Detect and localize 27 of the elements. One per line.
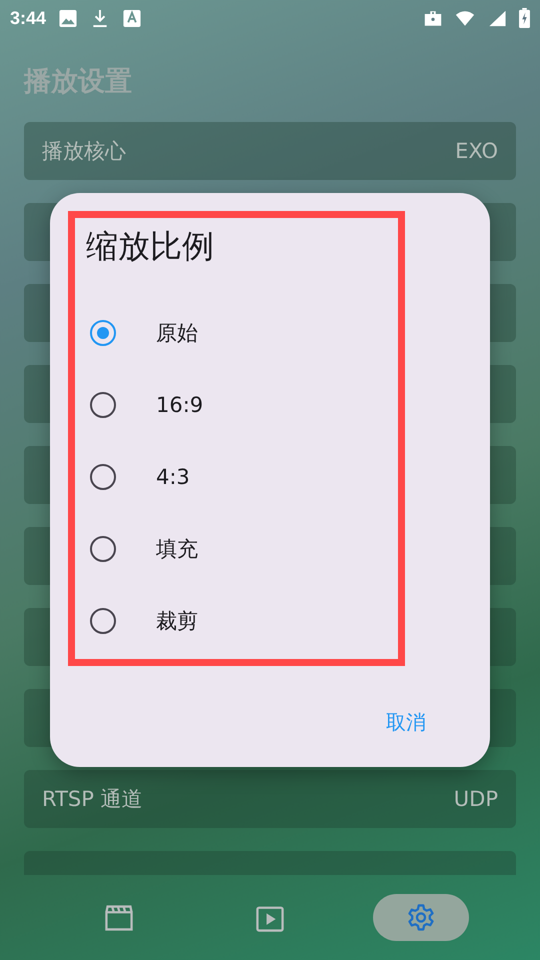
option-label: 16:9 xyxy=(156,393,204,417)
cancel-button[interactable]: 取消 xyxy=(382,702,430,742)
font-icon xyxy=(122,8,142,28)
settings-row[interactable]: RTSP 通道 UDP xyxy=(24,770,516,828)
option-label: 4:3 xyxy=(156,465,190,489)
status-time: 3:44 xyxy=(10,8,46,28)
radio-button[interactable] xyxy=(90,392,116,418)
clapperboard-icon xyxy=(103,902,136,932)
option-label: 填充 xyxy=(156,536,198,563)
battery-icon xyxy=(519,8,530,28)
nav-tab[interactable] xyxy=(372,894,469,941)
setting-value: UDP xyxy=(454,787,498,811)
option-label: 裁剪 xyxy=(156,608,198,635)
radio-button[interactable] xyxy=(90,320,116,346)
option-label: 原始 xyxy=(156,320,198,347)
radio-button[interactable] xyxy=(90,608,116,634)
dialog-title: 缩放比例 xyxy=(86,226,214,267)
radio-button[interactable] xyxy=(90,464,116,490)
settings-row[interactable]: 播放核心 EXO xyxy=(24,122,516,180)
briefcase-icon xyxy=(423,8,443,28)
signal-icon xyxy=(487,8,507,28)
setting-label: 播放核心 xyxy=(42,138,126,165)
wifi-icon xyxy=(455,8,475,28)
setting-value: EXO xyxy=(455,139,498,163)
image-icon xyxy=(58,8,78,28)
radio-button[interactable] xyxy=(90,536,116,562)
setting-label: RTSP 通道 xyxy=(42,786,143,813)
